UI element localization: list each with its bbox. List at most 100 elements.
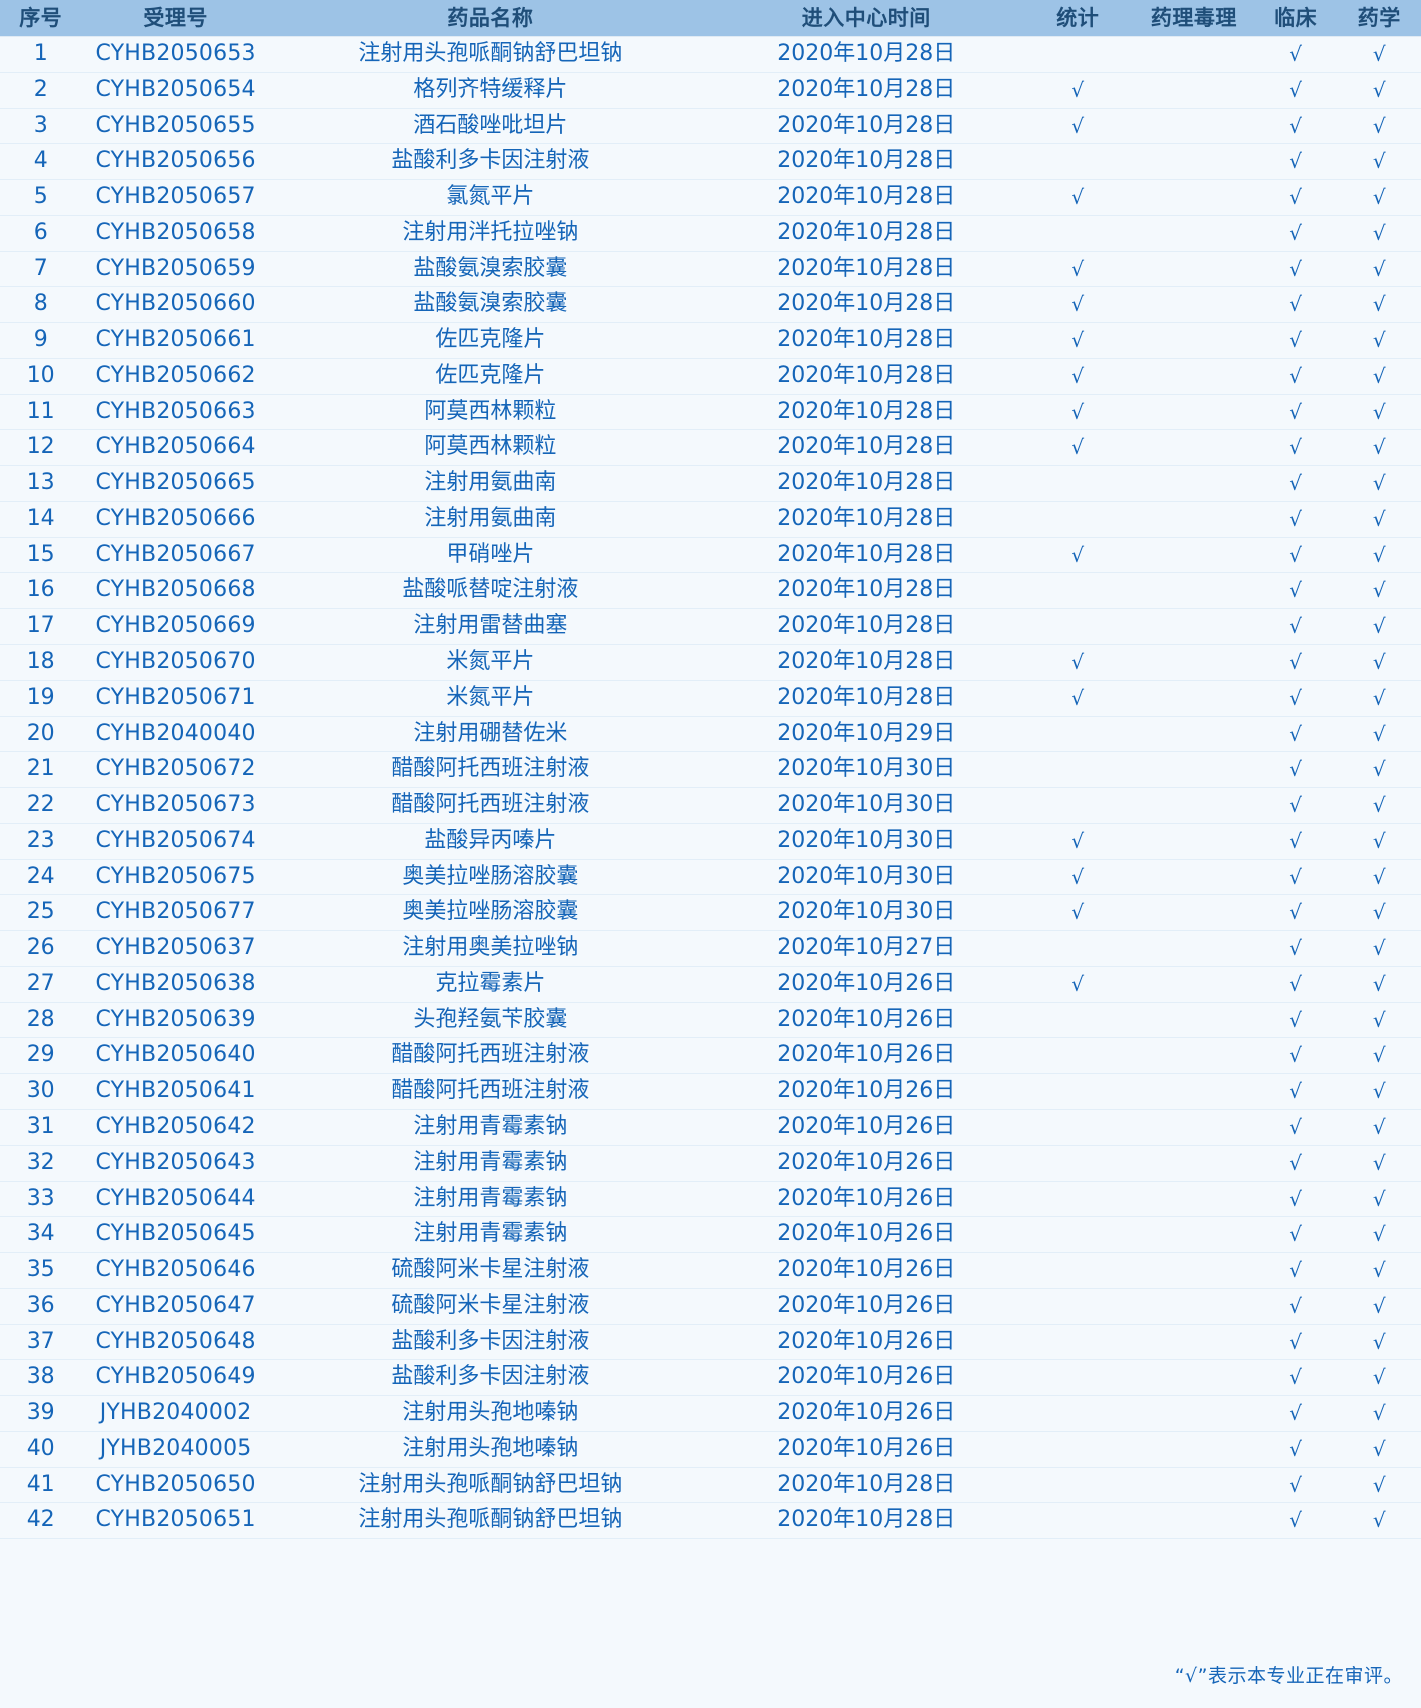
cell-seq: 28 [0, 1002, 82, 1039]
cell-statistics [1021, 1502, 1134, 1540]
column-header-accept-no[interactable]: 受理号 [81, 0, 270, 37]
cell-accept-no: CYHB2040040 [81, 716, 270, 753]
table-row[interactable]: 8 CYHB2050660 盐酸氨溴索胶囊 2020年10月28日 √ √ √ [0, 286, 1421, 324]
cell-seq: 4 [0, 143, 82, 181]
cell-clinical: √ [1253, 465, 1338, 502]
cell-clinical: √ [1253, 966, 1338, 1003]
cell-pharm-tox [1133, 537, 1254, 574]
column-header-clinical[interactable]: 临床 [1253, 0, 1338, 37]
column-header-pharm-tox[interactable]: 药理毒理 [1133, 0, 1254, 37]
cell-accept-no: CYHB2050664 [81, 429, 270, 467]
cell-accept-no: CYHB2050659 [81, 251, 270, 288]
cell-enter-date: 2020年10月28日 [711, 572, 1022, 610]
column-header-pharmaceutics[interactable]: 药学 [1337, 0, 1421, 37]
table-row[interactable]: 20 CYHB2040040 注射用硼替佐米 2020年10月29日 √ √ [0, 716, 1421, 753]
cell-seq: 14 [0, 501, 82, 538]
table-row[interactable]: 21 CYHB2050672 醋酸阿托西班注射液 2020年10月30日 √ √ [0, 751, 1421, 789]
table-row[interactable]: 18 CYHB2050670 米氮平片 2020年10月28日 √ √ √ [0, 644, 1421, 681]
cell-pharm-tox [1133, 787, 1254, 824]
table-row[interactable]: 6 CYHB2050658 注射用泮托拉唑钠 2020年10月28日 √ √ [0, 215, 1421, 252]
table-row[interactable]: 24 CYHB2050675 奥美拉唑肠溶胶囊 2020年10月30日 √ √ √ [0, 859, 1421, 896]
cell-pharmaceutics: √ [1337, 501, 1421, 538]
cell-enter-date: 2020年10月28日 [711, 608, 1022, 646]
cell-seq: 22 [0, 787, 82, 824]
cell-pharm-tox [1133, 358, 1254, 395]
cell-drug-name: 米氮平片 [269, 644, 711, 681]
table-row[interactable]: 27 CYHB2050638 克拉霉素片 2020年10月26日 √ √ √ [0, 966, 1421, 1003]
cell-statistics: √ [1021, 859, 1134, 896]
cell-pharmaceutics: √ [1337, 823, 1421, 860]
cell-enter-date: 2020年10月28日 [711, 108, 1022, 145]
table-row[interactable]: 15 CYHB2050667 甲硝唑片 2020年10月28日 √ √ √ [0, 537, 1421, 574]
cell-pharmaceutics: √ [1337, 1395, 1421, 1432]
cell-seq: 16 [0, 572, 82, 610]
column-header-seq[interactable]: 序号 [0, 0, 82, 37]
cell-accept-no: CYHB2050640 [81, 1037, 270, 1075]
table-row[interactable]: 1 CYHB2050653 注射用头孢哌酮钠舒巴坦钠 2020年10月28日 √ √ [0, 36, 1421, 73]
table-row[interactable]: 19 CYHB2050671 米氮平片 2020年10月28日 √ √ √ [0, 680, 1421, 717]
cell-pharmaceutics: √ [1337, 1073, 1421, 1110]
table-row[interactable]: 10 CYHB2050662 佐匹克隆片 2020年10月28日 √ √ √ [0, 358, 1421, 395]
table-row[interactable]: 39 JYHB2040002 注射用头孢地嗪钠 2020年10月26日 √ √ [0, 1395, 1421, 1432]
table-row[interactable]: 34 CYHB2050645 注射用青霉素钠 2020年10月26日 √ √ [0, 1216, 1421, 1254]
cell-clinical: √ [1253, 394, 1338, 431]
cell-seq: 11 [0, 394, 82, 431]
table-row[interactable]: 4 CYHB2050656 盐酸利多卡因注射液 2020年10月28日 √ √ [0, 143, 1421, 181]
table-row[interactable]: 36 CYHB2050647 硫酸阿米卡星注射液 2020年10月26日 √ √ [0, 1288, 1421, 1325]
table-row[interactable]: 16 CYHB2050668 盐酸哌替啶注射液 2020年10月28日 √ √ [0, 572, 1421, 610]
cell-seq: 19 [0, 680, 82, 717]
cell-enter-date: 2020年10月28日 [711, 394, 1022, 431]
cell-drug-name: 甲硝唑片 [269, 537, 711, 574]
column-header-statistics[interactable]: 统计 [1021, 0, 1134, 37]
cell-drug-name: 注射用头孢哌酮钠舒巴坦钠 [269, 1502, 711, 1540]
cell-accept-no: CYHB2050643 [81, 1145, 270, 1182]
table-row[interactable]: 2 CYHB2050654 格列齐特缓释片 2020年10月28日 √ √ √ [0, 72, 1421, 109]
table-row[interactable]: 38 CYHB2050649 盐酸利多卡因注射液 2020年10月26日 √ √ [0, 1359, 1421, 1397]
table-row[interactable]: 23 CYHB2050674 盐酸异丙嗪片 2020年10月30日 √ √ √ [0, 823, 1421, 860]
cell-pharmaceutics: √ [1337, 787, 1421, 824]
cell-drug-name: 米氮平片 [269, 680, 711, 717]
table-row[interactable]: 11 CYHB2050663 阿莫西林颗粒 2020年10月28日 √ √ √ [0, 394, 1421, 431]
cell-pharmaceutics: √ [1337, 966, 1421, 1003]
cell-pharm-tox [1133, 680, 1254, 717]
table-row[interactable]: 17 CYHB2050669 注射用雷替曲塞 2020年10月28日 √ √ [0, 608, 1421, 646]
table-row[interactable]: 25 CYHB2050677 奥美拉唑肠溶胶囊 2020年10月30日 √ √ √ [0, 894, 1421, 932]
column-header-drug-name[interactable]: 药品名称 [269, 0, 711, 37]
cell-seq: 21 [0, 751, 82, 789]
table-row[interactable]: 9 CYHB2050661 佐匹克隆片 2020年10月28日 √ √ √ [0, 322, 1421, 359]
cell-statistics [1021, 1037, 1134, 1075]
cell-accept-no: CYHB2050657 [81, 179, 270, 216]
cell-accept-no: CYHB2050649 [81, 1359, 270, 1397]
table-row[interactable]: 40 JYHB2040005 注射用头孢地嗪钠 2020年10月26日 √ √ [0, 1431, 1421, 1468]
table-row[interactable]: 28 CYHB2050639 头孢羟氨苄胶囊 2020年10月26日 √ √ [0, 1002, 1421, 1039]
table-row[interactable]: 32 CYHB2050643 注射用青霉素钠 2020年10月26日 √ √ [0, 1145, 1421, 1182]
table-row[interactable]: 30 CYHB2050641 醋酸阿托西班注射液 2020年10月26日 √ √ [0, 1073, 1421, 1110]
table-row[interactable]: 14 CYHB2050666 注射用氨曲南 2020年10月28日 √ √ [0, 501, 1421, 538]
table-row[interactable]: 26 CYHB2050637 注射用奥美拉唑钠 2020年10月27日 √ √ [0, 930, 1421, 967]
table-row[interactable]: 35 CYHB2050646 硫酸阿米卡星注射液 2020年10月26日 √ √ [0, 1252, 1421, 1289]
table-row[interactable]: 31 CYHB2050642 注射用青霉素钠 2020年10月26日 √ √ [0, 1109, 1421, 1146]
cell-drug-name: 克拉霉素片 [269, 966, 711, 1003]
cell-pharm-tox [1133, 930, 1254, 967]
cell-statistics [1021, 1216, 1134, 1254]
cell-drug-name: 盐酸氨溴索胶囊 [269, 286, 711, 324]
cell-seq: 10 [0, 358, 82, 395]
table-row[interactable]: 3 CYHB2050655 酒石酸唑吡坦片 2020年10月28日 √ √ √ [0, 108, 1421, 145]
table-row[interactable]: 41 CYHB2050650 注射用头孢哌酮钠舒巴坦钠 2020年10月28日 √ √ [0, 1467, 1421, 1504]
table-row[interactable]: 22 CYHB2050673 醋酸阿托西班注射液 2020年10月30日 √ √ [0, 787, 1421, 824]
table-row[interactable]: 29 CYHB2050640 醋酸阿托西班注射液 2020年10月26日 √ √ [0, 1037, 1421, 1075]
cell-enter-date: 2020年10月28日 [711, 215, 1022, 252]
table-row[interactable]: 12 CYHB2050664 阿莫西林颗粒 2020年10月28日 √ √ √ [0, 429, 1421, 467]
table-row[interactable]: 37 CYHB2050648 盐酸利多卡因注射液 2020年10月26日 √ √ [0, 1324, 1421, 1361]
table-row[interactable]: 13 CYHB2050665 注射用氨曲南 2020年10月28日 √ √ [0, 465, 1421, 502]
cell-pharm-tox [1133, 716, 1254, 753]
table-row[interactable]: 7 CYHB2050659 盐酸氨溴索胶囊 2020年10月28日 √ √ √ [0, 251, 1421, 288]
table-row[interactable]: 42 CYHB2050651 注射用头孢哌酮钠舒巴坦钠 2020年10月28日 √ √ [0, 1502, 1421, 1540]
drug-review-table: 序号 受理号 药品名称 进入中心时间 统计 药理毒理 临床 药学 1 CYHB20… [0, 0, 1421, 1540]
cell-statistics: √ [1021, 966, 1134, 1003]
table-row[interactable]: 5 CYHB2050657 氯氮平片 2020年10月28日 √ √ √ [0, 179, 1421, 216]
cell-statistics [1021, 572, 1134, 610]
table-row[interactable]: 33 CYHB2050644 注射用青霉素钠 2020年10月26日 √ √ [0, 1181, 1421, 1218]
cell-statistics: √ [1021, 429, 1134, 467]
column-header-enter-date[interactable]: 进入中心时间 [711, 0, 1022, 37]
